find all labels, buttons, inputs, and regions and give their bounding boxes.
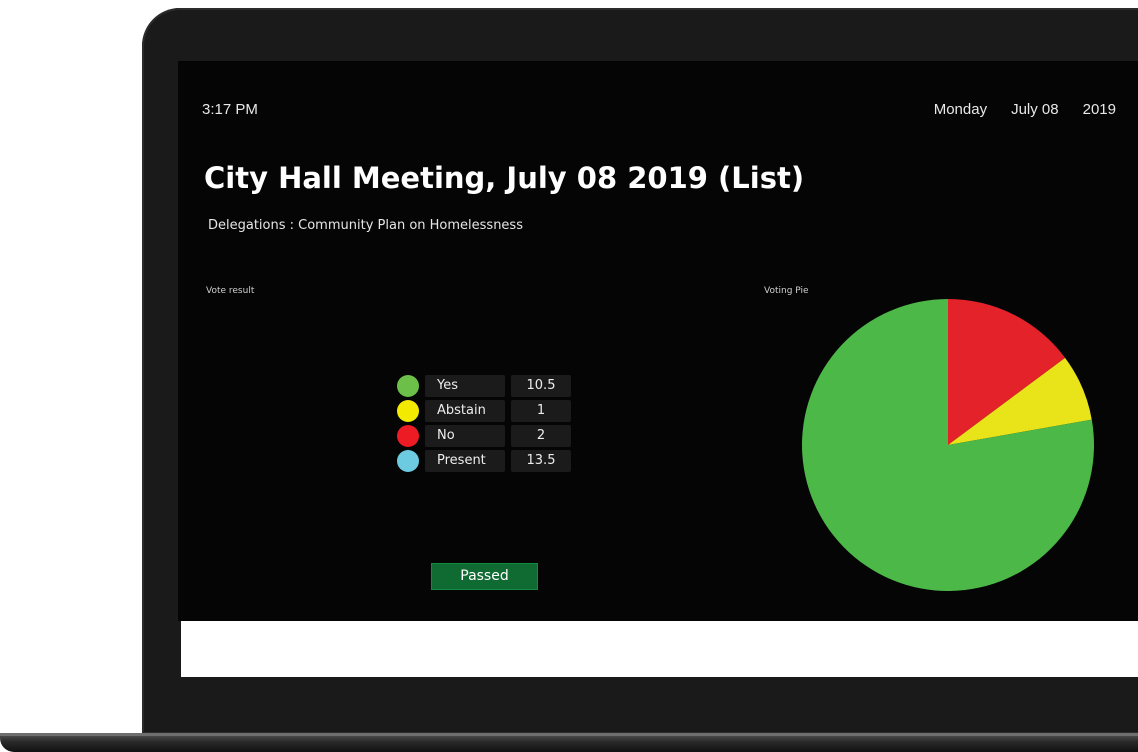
vote-row-present: Present 13.5 bbox=[397, 449, 571, 473]
vote-count: 13.5 bbox=[511, 450, 571, 472]
date-label: July 08 bbox=[1011, 101, 1059, 118]
vote-label: Present bbox=[425, 450, 505, 472]
bottom-bar bbox=[181, 621, 1138, 677]
day-label: Monday bbox=[933, 101, 988, 118]
vote-label: No bbox=[425, 425, 505, 447]
vote-count: 10.5 bbox=[511, 375, 571, 397]
abstain-color-dot bbox=[397, 400, 419, 422]
vote-result-list: Yes 10.5 Abstain 1 No 2 Present 13.5 bbox=[397, 374, 571, 474]
vote-row-yes: Yes 10.5 bbox=[397, 374, 571, 398]
vote-label: Yes bbox=[425, 375, 505, 397]
screen: 3:17 PM Monday July 08 2019 City Hall Me… bbox=[178, 61, 1138, 621]
vote-count: 1 bbox=[511, 400, 571, 422]
present-color-dot bbox=[397, 450, 419, 472]
status-badge: Passed bbox=[431, 563, 538, 590]
vote-count: 2 bbox=[511, 425, 571, 447]
vote-row-no: No 2 bbox=[397, 424, 571, 448]
clock-time: 3:17 PM bbox=[202, 101, 258, 118]
page-title: City Hall Meeting, July 08 2019 (List) bbox=[204, 161, 805, 195]
no-color-dot bbox=[397, 425, 419, 447]
voting-pie-chart bbox=[802, 299, 1094, 591]
vote-result-heading: Vote result bbox=[206, 286, 255, 296]
yes-color-dot bbox=[397, 375, 419, 397]
vote-row-abstain: Abstain 1 bbox=[397, 399, 571, 423]
agenda-item: Delegations : Community Plan on Homeless… bbox=[208, 218, 523, 233]
vote-label: Abstain bbox=[425, 400, 505, 422]
year-label: 2019 bbox=[1082, 101, 1116, 118]
date-display: Monday July 08 2019 bbox=[934, 101, 1116, 118]
laptop-base-edge bbox=[0, 733, 1138, 736]
